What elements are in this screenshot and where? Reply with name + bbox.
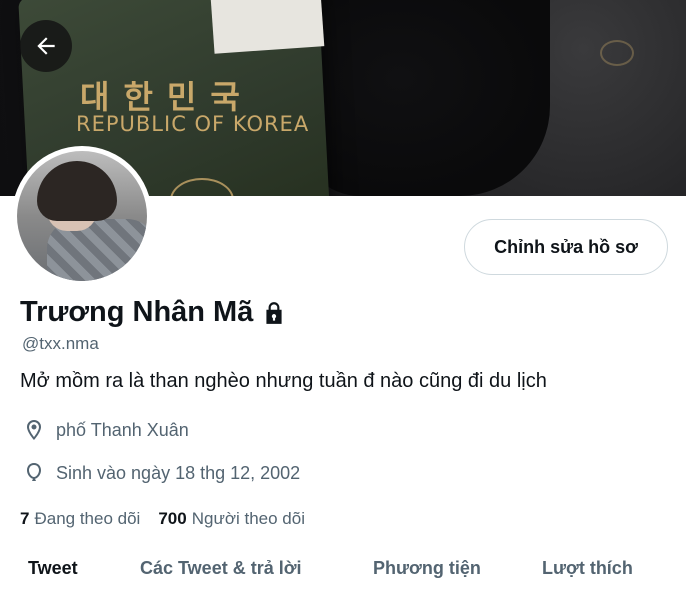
avatar-image	[17, 151, 147, 281]
followers-label: Người theo dõi	[191, 509, 305, 528]
banner-decoration	[600, 40, 634, 66]
follow-stats: 7 Đang theo dõi 700 Người theo dõi	[20, 509, 305, 529]
following-count: 7	[20, 509, 30, 528]
display-name: Trương Nhân Mã	[20, 296, 254, 328]
profile-tabs: Tweet Các Tweet & trả lời Phương tiện Lư…	[0, 550, 686, 600]
back-button[interactable]	[20, 20, 72, 72]
birthday-text: Sinh vào ngày 18 thg 12, 2002	[56, 462, 301, 483]
user-handle: @txx.nma	[22, 334, 99, 353]
followers-count: 700	[158, 509, 187, 528]
passport-english-title: REPUBLIC OF KOREA	[76, 112, 310, 136]
tab-likes[interactable]: Lượt thích	[542, 558, 633, 579]
balloon-icon	[27, 463, 41, 481]
lock-icon	[266, 301, 282, 324]
location-pin-icon	[27, 420, 41, 440]
location-text: phố Thanh Xuân	[56, 419, 189, 440]
tab-media[interactable]: Phương tiện	[373, 558, 481, 579]
bio-text: Mở mồm ra là than nghèo nhưng tuần đ nào…	[20, 370, 547, 392]
tab-tweets-and-replies[interactable]: Các Tweet & trả lời	[140, 558, 302, 579]
following-label: Đang theo dõi	[34, 509, 141, 528]
birthday-row: Sinh vào ngày 18 thg 12, 2002	[22, 461, 300, 485]
arrow-left-icon	[37, 37, 55, 55]
display-name-row: Trương Nhân Mã	[20, 296, 287, 329]
tab-tweets[interactable]: Tweet	[28, 558, 78, 579]
banner-cloth	[300, 0, 550, 196]
avatar[interactable]	[12, 146, 152, 286]
edit-profile-button[interactable]: Chỉnh sửa hồ sơ	[464, 219, 668, 275]
boarding-pass-image	[209, 0, 325, 54]
location-row: phố Thanh Xuân	[22, 418, 189, 442]
followers-link[interactable]: 700 Người theo dõi	[158, 509, 305, 529]
following-link[interactable]: 7 Đang theo dõi	[20, 509, 140, 529]
